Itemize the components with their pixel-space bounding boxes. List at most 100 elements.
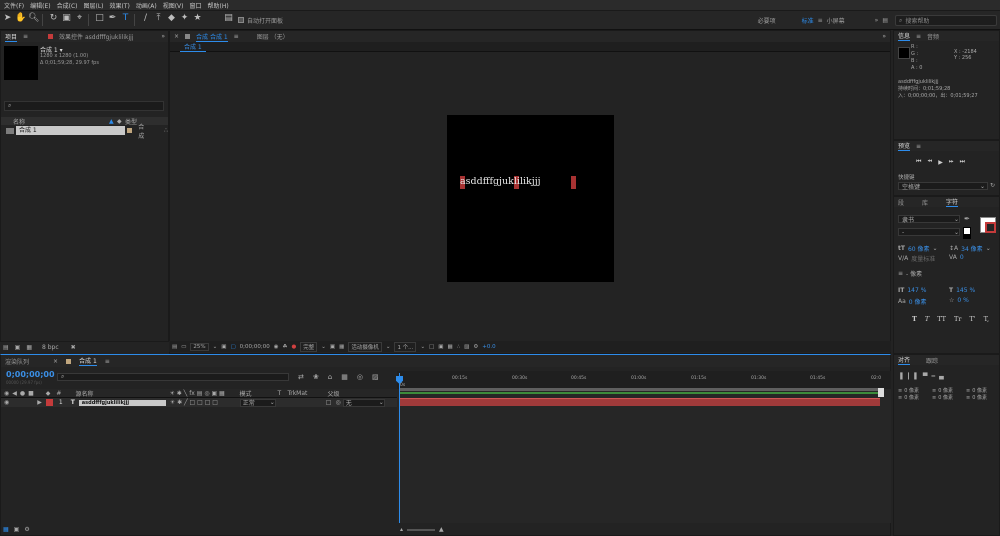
all-caps-button[interactable]: TT [937, 315, 946, 323]
col-t[interactable]: T [277, 390, 287, 397]
pan-behind-tool-icon[interactable]: ⌖ [74, 13, 85, 27]
leading-value[interactable]: 34 像素 [961, 244, 983, 253]
zoom-tool-icon[interactable]: 🔍︎ [28, 13, 39, 27]
sort-up-icon[interactable]: ▲ [109, 118, 117, 125]
align-middle-icon[interactable]: ━ [932, 373, 936, 380]
eraser-tool-icon[interactable]: ◆ [166, 13, 177, 27]
vertical-scale-value[interactable]: 147 % [907, 287, 926, 294]
zoom-out-icon[interactable]: ▴ [400, 526, 403, 533]
tab-timeline-comp[interactable]: 合成 1 [79, 356, 97, 366]
audio-column-icon[interactable]: ◀ [12, 390, 17, 397]
shortcut-select[interactable]: 空格键 ⌄ [898, 182, 988, 191]
work-area-end-handle[interactable] [878, 388, 884, 397]
flow-icon[interactable]: ∴ [457, 344, 461, 350]
col-parent[interactable]: 父级 [327, 389, 339, 398]
menu-help[interactable]: 帮助(H) [208, 1, 229, 10]
fill-swatch-white[interactable] [963, 227, 971, 235]
3d-icon[interactable]: ▦ [447, 344, 452, 350]
col-mode[interactable]: 模式 [239, 389, 277, 398]
workspace-overflow-icon[interactable]: » [875, 17, 879, 24]
layer-parent-select[interactable]: 无 ⌄ [342, 398, 385, 407]
menu-icon[interactable]: ≡ [916, 33, 921, 40]
menu-window[interactable]: 窗口 [189, 1, 201, 10]
new-comp-icon[interactable]: ▦ [26, 344, 32, 351]
tab-composition[interactable]: 合成 合成 1 [196, 32, 228, 42]
composition-canvas[interactable] [447, 115, 614, 282]
distribute-value[interactable]: 0 像素 [904, 395, 919, 402]
tab-info[interactable]: 信息 [898, 31, 911, 41]
comp-mini-flowchart-icon[interactable]: ⇄ [298, 373, 304, 381]
resolution-select[interactable]: 完整 [300, 341, 318, 352]
playhead-line[interactable] [399, 373, 400, 523]
chevron-down-icon[interactable]: ⌄ [213, 344, 218, 350]
superscript-button[interactable]: T' [969, 315, 975, 323]
graph-editor-icon[interactable]: ▨ [372, 373, 379, 381]
canvas-text-layer[interactable]: asddfffgjuklilikjjj [460, 176, 600, 187]
in-out-toggle-icon[interactable]: ⚙ [24, 526, 29, 533]
fill-swatch-black[interactable] [963, 235, 971, 239]
menu-effect[interactable]: 效果(T) [110, 1, 130, 10]
col-trkmat[interactable]: TrkMat [287, 390, 327, 397]
workspace-edit-icon[interactable]: ▤ [882, 17, 888, 24]
layer-row[interactable]: ◉ ▶ 1 T asddfffgjuklilikjjj ☀ ✱ ╱ □ □ □ … [1, 398, 397, 407]
bpc-label[interactable]: 8 bpc [42, 344, 59, 351]
solo-column-icon[interactable]: ● [20, 390, 25, 397]
font-size-value[interactable]: 60 像素 [908, 244, 930, 253]
menu-file[interactable]: 文件(F) [4, 1, 24, 10]
distribute-value[interactable]: 0 像素 [904, 388, 919, 395]
delete-icon[interactable]: ✖ [71, 344, 76, 351]
exposure-value[interactable]: +0.0 [482, 344, 495, 350]
snapshot-icon[interactable]: ◉ [274, 344, 279, 350]
monitor-icon[interactable]: ▭ [181, 344, 186, 350]
camera-tool-icon[interactable]: ▣ [61, 13, 72, 27]
faux-italic-button[interactable]: T [925, 315, 929, 323]
auto-open-option[interactable]: 自动打开面板 [238, 16, 283, 25]
draft-3d-icon[interactable]: ❀ [313, 373, 319, 381]
chevron-down-icon[interactable]: ⌄ [386, 344, 391, 350]
transparency-grid-icon[interactable]: ▦ [339, 344, 344, 350]
tab-effect-controls[interactable]: 效果控件 asddfffgjuklilikjjj [59, 32, 133, 41]
subscript-button[interactable]: T, [984, 315, 989, 323]
grid-icon[interactable]: □ [429, 344, 434, 350]
distribute-value[interactable]: 0 像素 [938, 395, 953, 402]
expand-icon[interactable]: ▶ [37, 399, 42, 406]
distribute-value[interactable]: 0 像素 [972, 395, 987, 402]
close-icon[interactable]: × [174, 33, 179, 40]
panel-overflow-icon[interactable]: » [161, 33, 165, 40]
camera-select[interactable]: 活动摄像机 [348, 341, 382, 352]
distribute-value[interactable]: 0 像素 [938, 388, 953, 395]
exposure-icon[interactable]: ⚙ [473, 344, 478, 350]
guides-icon[interactable]: ▣ [438, 344, 443, 350]
play-icon[interactable]: ▶ [938, 159, 943, 166]
menu-icon[interactable]: ≡ [234, 33, 239, 40]
lock-column-icon[interactable]: ■ [28, 390, 34, 397]
checkbox-icon[interactable] [238, 17, 244, 23]
panel-overflow-icon[interactable]: » [882, 33, 886, 40]
col-name[interactable]: 名称 [13, 117, 109, 126]
show-snapshot-icon[interactable]: ☘ [283, 344, 288, 350]
views-select[interactable]: 1 个... [394, 341, 417, 352]
comp-flow-tab[interactable]: 合成 1 [180, 42, 206, 52]
reset-icon[interactable]: ↻ [990, 182, 995, 189]
workspace-essentials[interactable]: 必要项 [758, 16, 776, 25]
hand-tool-icon[interactable]: ✋ [15, 13, 26, 27]
menu-icon[interactable]: ≡ [916, 143, 921, 150]
close-icon[interactable]: × [53, 358, 58, 365]
time-ruler[interactable]: 0s 00:15s 00:30s 00:45s 01:00s 01:15s 01… [397, 371, 891, 389]
distribute-value[interactable]: 0 像素 [972, 388, 987, 395]
tsume-value[interactable]: 0 % [957, 297, 968, 304]
pen-tool-icon[interactable]: ✒ [107, 13, 118, 27]
tab-layer[interactable]: 图层 （无） [257, 32, 289, 41]
frame-blending-icon[interactable]: ▦ [341, 373, 348, 381]
align-center-icon[interactable]: ┃ [907, 373, 911, 380]
layer-label-swatch[interactable] [45, 399, 53, 406]
region-icon[interactable]: ▨ [464, 344, 469, 350]
timeline-search-input[interactable]: ⌕ [57, 373, 289, 381]
zoom-slider[interactable] [407, 528, 436, 531]
first-frame-icon[interactable]: ⏮︎ [916, 158, 921, 166]
tab-align[interactable]: 对齐 [898, 355, 911, 365]
faux-bold-button[interactable]: T [912, 315, 917, 323]
tab-other[interactable]: 跟踪 [926, 356, 938, 365]
motion-blur-icon[interactable]: ◎ [357, 373, 363, 381]
project-search-input[interactable]: ⌕ [4, 101, 164, 111]
